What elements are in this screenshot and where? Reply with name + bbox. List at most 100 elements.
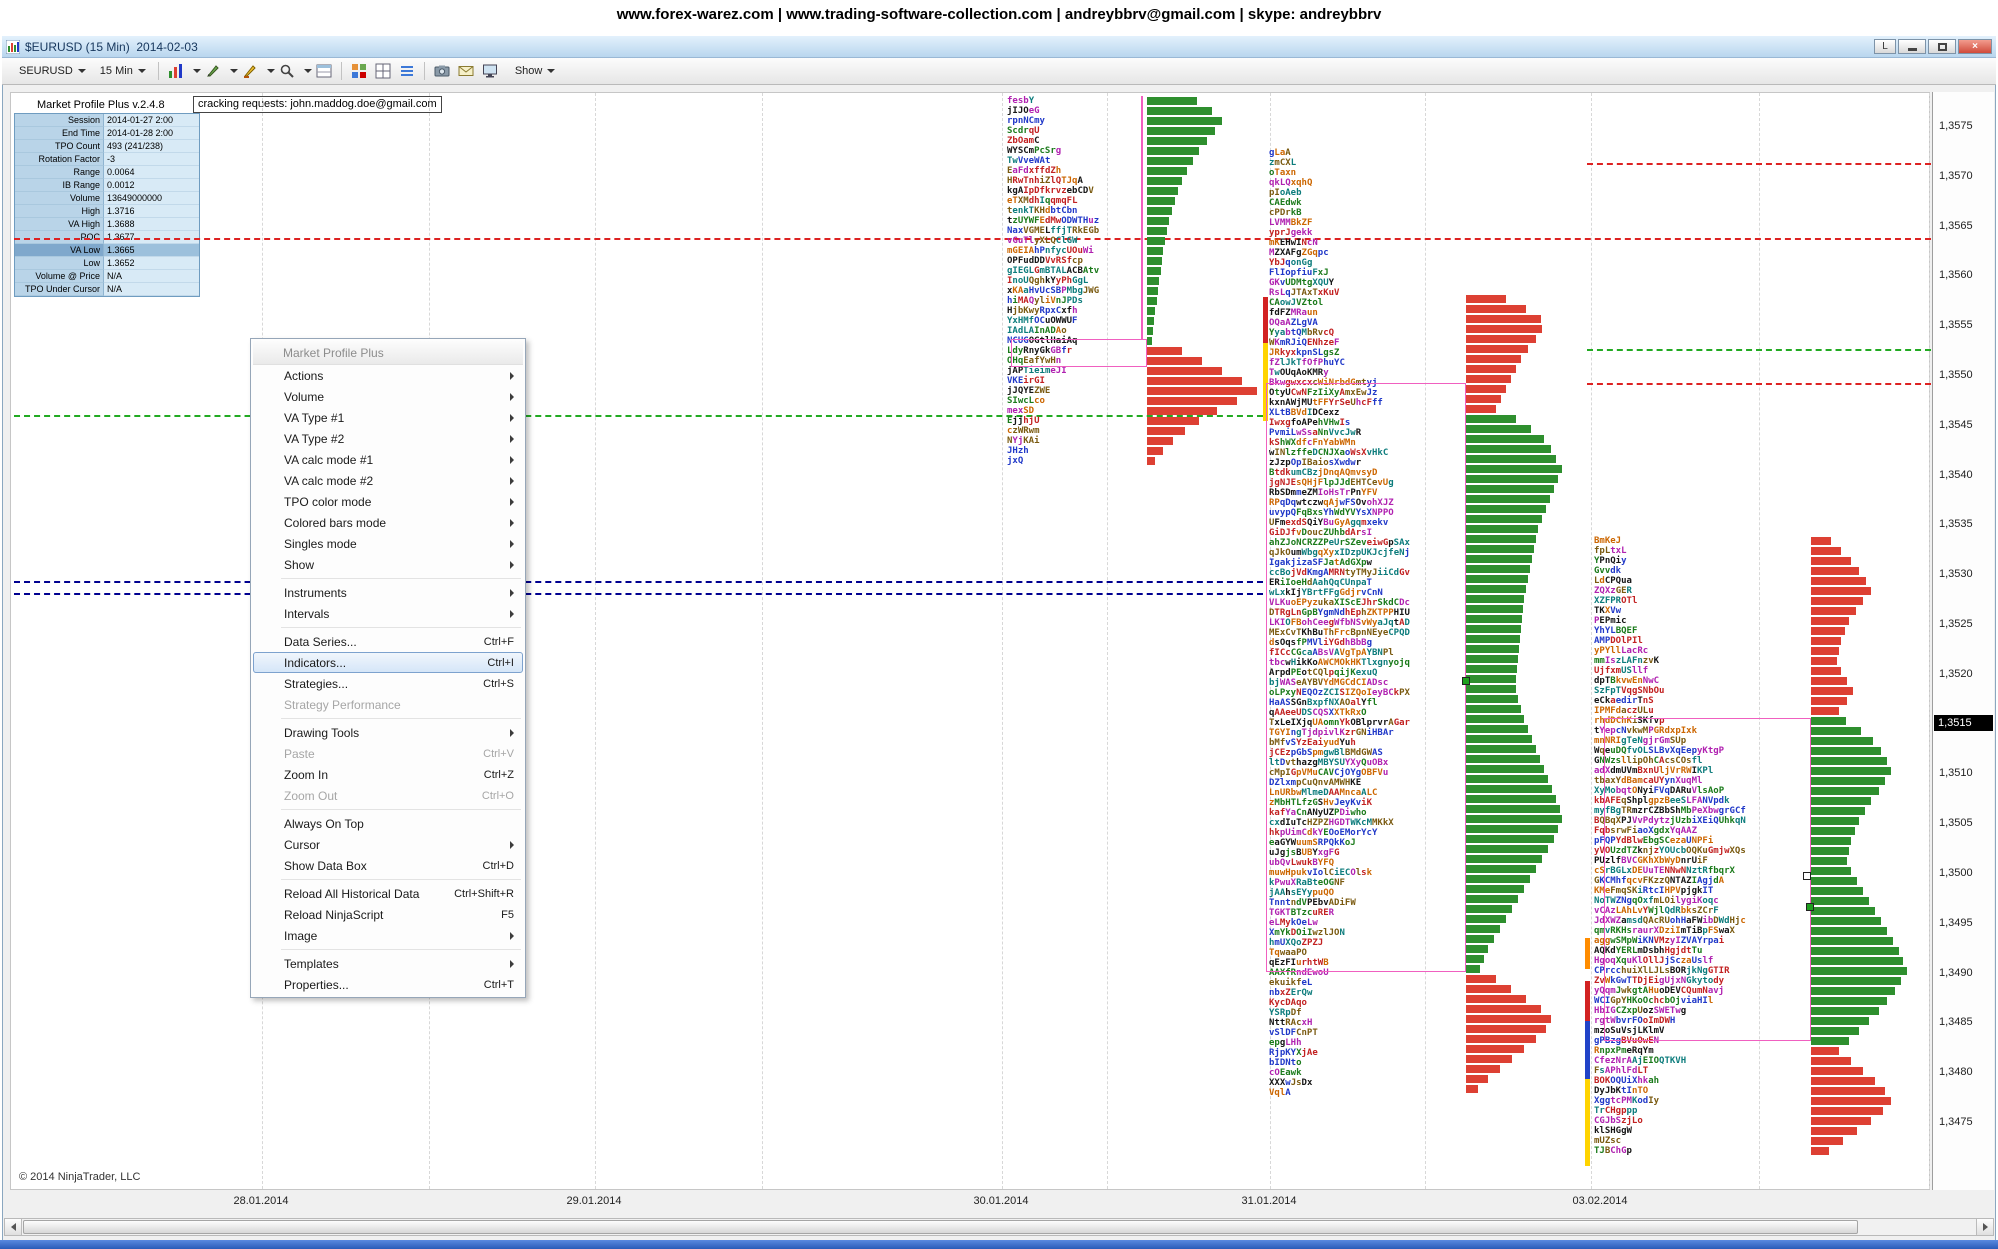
tpo-letters: Tiei bbox=[1023, 366, 1045, 376]
volume-bar bbox=[1811, 1137, 1843, 1145]
menu-item-indicators[interactable]: Indicators...Ctrl+I bbox=[253, 652, 523, 673]
tpo-letters: XXX bbox=[1269, 1078, 1285, 1088]
tpo-letters: O bbox=[1643, 1086, 1648, 1096]
tpo-letters: DOlP bbox=[1610, 636, 1632, 646]
tpo-letters: Wi bbox=[1083, 246, 1094, 256]
tpo-letters: PcSr bbox=[1034, 146, 1056, 156]
menu-item-va-type-2[interactable]: VA Type #2 bbox=[253, 428, 523, 449]
data-panel-button[interactable] bbox=[312, 61, 336, 81]
volume-bar bbox=[1466, 935, 1494, 943]
menu-item-zoom-in[interactable]: Zoom InCtrl+Z bbox=[253, 764, 523, 785]
menu-item-templates[interactable]: Templates bbox=[253, 953, 523, 974]
tpo-letters: bRv bbox=[1307, 328, 1323, 338]
horizontal-scrollbar[interactable] bbox=[4, 1218, 1994, 1236]
symbol-dropdown[interactable]: SEURUSD bbox=[12, 63, 93, 79]
menu-item-label: Zoom Out bbox=[284, 789, 464, 803]
tpo-row: MZXAFgZGqpc bbox=[1269, 248, 1329, 258]
tpo-letters: APhl bbox=[1605, 1066, 1627, 1076]
menu-item-drawing-tools[interactable]: Drawing Tools bbox=[253, 722, 523, 743]
pencil-button[interactable] bbox=[201, 61, 225, 81]
tile-windows-button[interactable] bbox=[347, 61, 371, 81]
menu-item-va-calc-mode-1[interactable]: VA calc mode #1 bbox=[253, 449, 523, 470]
close-button[interactable]: × bbox=[1958, 39, 1992, 54]
tpo-row: Gvvdk bbox=[1594, 566, 1621, 576]
volume-bar bbox=[1466, 485, 1554, 493]
monitor-button[interactable] bbox=[478, 61, 502, 81]
tpo-letters: nJ bbox=[1056, 296, 1067, 306]
menu-item-intervals[interactable]: Intervals bbox=[253, 603, 523, 624]
chart-style-button[interactable] bbox=[164, 61, 188, 81]
tpo-row: TJBChGp bbox=[1594, 1146, 1632, 1156]
scroll-left-arrow[interactable] bbox=[5, 1219, 22, 1235]
tpo-letters: txL bbox=[1610, 546, 1626, 556]
volume-bar bbox=[1811, 987, 1895, 995]
tpo-letters: yPh bbox=[1056, 276, 1072, 286]
menu-item-reload-ninjascript[interactable]: Reload NinjaScriptF5 bbox=[253, 904, 523, 925]
grid-button[interactable] bbox=[371, 61, 395, 81]
volume-bar bbox=[1147, 157, 1193, 165]
menu-item-label: Zoom In bbox=[284, 768, 466, 782]
tpo-letters: JTAxT bbox=[1291, 288, 1318, 298]
menu-item-va-calc-mode-2[interactable]: VA calc mode #2 bbox=[253, 470, 523, 491]
menu-item-cursor[interactable]: Cursor bbox=[253, 834, 523, 855]
data-box[interactable]: Session2014-01-27 2:00End Time2014-01-28… bbox=[14, 113, 200, 297]
menu-item-strategies[interactable]: Strategies...Ctrl+S bbox=[253, 673, 523, 694]
volume-bar bbox=[1811, 547, 1841, 555]
volume-bar bbox=[1466, 495, 1550, 503]
menu-item-data-series[interactable]: Data Series...Ctrl+F bbox=[253, 631, 523, 652]
chevron-down-icon[interactable] bbox=[267, 69, 275, 73]
price-axis[interactable]: 1,35751,35701,35651,35601,35551,35501,35… bbox=[1932, 92, 1994, 1190]
volume-bar bbox=[1466, 775, 1548, 783]
minimize-button[interactable] bbox=[1898, 39, 1926, 54]
menu-item-tpo-color-mode[interactable]: TPO color mode bbox=[253, 491, 523, 512]
menu-item-actions[interactable]: Actions bbox=[253, 365, 523, 386]
volume-bar bbox=[1466, 975, 1496, 983]
tpo-row: LdCPQua bbox=[1594, 576, 1632, 586]
highlighter-button[interactable] bbox=[238, 61, 262, 81]
menu-item-volume[interactable]: Volume bbox=[253, 386, 523, 407]
tpo-letters: Yj bbox=[1012, 436, 1023, 446]
menu-item-always-on-top[interactable]: Always On Top bbox=[253, 813, 523, 834]
maximize-button[interactable] bbox=[1928, 39, 1956, 54]
snapshot-button[interactable] bbox=[430, 61, 454, 81]
link-window-button[interactable]: L bbox=[1874, 39, 1896, 54]
tpo-letters: eJI bbox=[1050, 366, 1066, 376]
menu-item-properties[interactable]: Properties...Ctrl+T bbox=[253, 974, 523, 995]
chevron-down-icon[interactable] bbox=[304, 69, 312, 73]
scroll-right-arrow[interactable] bbox=[1976, 1219, 1993, 1235]
cracking-requests-label: cracking requests: john.maddog.doe@gmail… bbox=[193, 96, 442, 113]
menu-item-singles-mode[interactable]: Singles mode bbox=[253, 533, 523, 554]
email-button[interactable] bbox=[454, 61, 478, 81]
scrollbar-thumb[interactable] bbox=[23, 1220, 1858, 1234]
menu-item-label: TPO color mode bbox=[284, 495, 502, 509]
interval-dropdown[interactable]: 15 Min bbox=[93, 63, 153, 79]
databox-row-ib-range: IB Range0.0012 bbox=[15, 179, 199, 192]
tpo-letters: npxPm bbox=[1599, 1046, 1626, 1056]
show-dropdown[interactable]: Show bbox=[508, 63, 563, 79]
tpo-letters: Vw bbox=[1610, 606, 1621, 616]
zoom-button[interactable] bbox=[275, 61, 299, 81]
chevron-down-icon[interactable] bbox=[193, 69, 201, 73]
menu-item-show[interactable]: Show bbox=[253, 554, 523, 575]
tpo-letters: DyJbK bbox=[1594, 1086, 1621, 1096]
tpo-letters: jAe bbox=[1302, 1048, 1318, 1058]
volume-bar bbox=[1466, 425, 1531, 433]
volume-bar bbox=[1811, 1147, 1829, 1155]
tpo-letters: p bbox=[1627, 1146, 1632, 1156]
menu-item-reload-all-historical-data[interactable]: Reload All Historical DataCtrl+Shift+R bbox=[253, 883, 523, 904]
chevron-down-icon[interactable] bbox=[230, 69, 238, 73]
menu-item-image[interactable]: Image bbox=[253, 925, 523, 946]
tpo-row: YbJqonGg bbox=[1269, 258, 1312, 268]
time-axis[interactable]: 28.01.201429.01.201430.01.201431.01.2014… bbox=[10, 1192, 1930, 1212]
tpo-letters: ENhze bbox=[1307, 338, 1334, 348]
grid-icon bbox=[375, 63, 391, 79]
menu-item-instruments[interactable]: Instruments bbox=[253, 582, 523, 603]
menu-item-show-data-box[interactable]: Show Data BoxCtrl+D bbox=[253, 855, 523, 876]
menu-item-label: Indicators... bbox=[284, 656, 469, 670]
tpo-letters: cO bbox=[1269, 1068, 1280, 1078]
list-button[interactable] bbox=[395, 61, 419, 81]
window-titlebar[interactable]: $EURUSD (15 Min) 2014-02-03 L × bbox=[2, 36, 1996, 58]
menu-item-va-type-1[interactable]: VA Type #1 bbox=[253, 407, 523, 428]
menu-item-colored-bars-mode[interactable]: Colored bars mode bbox=[253, 512, 523, 533]
value-area-box bbox=[1604, 718, 1811, 1041]
